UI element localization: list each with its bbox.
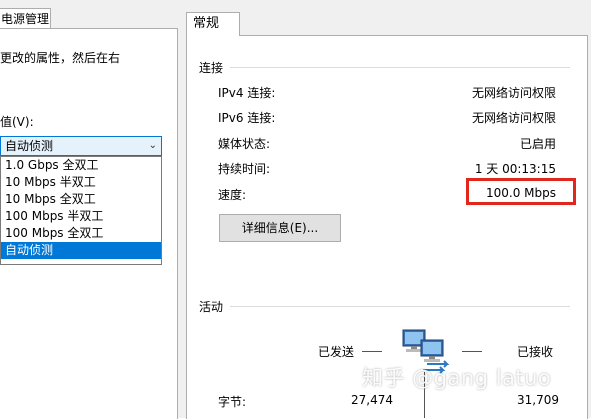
- watermark: 知乎 @gang latuo: [362, 366, 552, 390]
- group-divider: [230, 306, 570, 307]
- bytes-sent-value: 27,474: [351, 393, 393, 407]
- ipv6-value: 无网络访问权限: [471, 111, 556, 125]
- advanced-tab-body: 更改的属性，然后在右 值(V): 自动侦测 ⌄ 1.0 Gbps 全双工 10 …: [0, 28, 178, 419]
- speed-highlight-box: [466, 178, 576, 205]
- dropdown-option[interactable]: 1.0 Gbps 全双工: [1, 157, 161, 174]
- received-label: 已接收: [517, 345, 554, 359]
- speed-label: 速度:: [218, 188, 247, 202]
- speed-duplex-select[interactable]: 自动侦测 ⌄: [0, 136, 162, 156]
- media-state-value: 已启用: [519, 137, 556, 151]
- group-divider: [230, 67, 570, 68]
- activity-group-title: 活动: [199, 300, 224, 314]
- ipv4-label: IPv4 连接:: [218, 86, 276, 100]
- ipv4-value: 无网络访问权限: [471, 86, 556, 100]
- chevron-down-icon[interactable]: ⌄: [149, 137, 157, 155]
- select-current-value: 自动侦测: [5, 139, 54, 153]
- dropdown-option-selected[interactable]: 自动侦测: [1, 242, 161, 259]
- bytes-label: 字节:: [218, 395, 247, 409]
- sent-label: 已发送: [318, 345, 355, 359]
- duration-label: 持续时间:: [218, 162, 271, 176]
- media-state-label: 媒体状态:: [218, 137, 271, 151]
- details-button[interactable]: 详细信息(E)...: [219, 214, 341, 242]
- dropdown-option[interactable]: 10 Mbps 半双工: [1, 174, 161, 191]
- received-line: [462, 351, 482, 352]
- speed-duplex-dropdown-list: 1.0 Gbps 全双工 10 Mbps 半双工 10 Mbps 全双工 100…: [0, 156, 162, 265]
- bytes-received-value: 31,709: [517, 393, 559, 407]
- dropdown-option[interactable]: 10 Mbps 全双工: [1, 191, 161, 208]
- window-gap: [178, 0, 186, 418]
- property-description: 更改的属性，然后在右: [0, 51, 121, 65]
- dropdown-option[interactable]: 100 Mbps 半双工: [1, 208, 161, 225]
- duration-value: 1 天 00:13:15: [474, 162, 556, 176]
- tab-general[interactable]: 常规: [186, 12, 240, 36]
- connection-group-title: 连接: [199, 61, 224, 75]
- sent-line: [362, 351, 382, 352]
- tab-power-management[interactable]: 电源管理: [0, 8, 51, 28]
- ipv6-label: IPv6 连接:: [218, 111, 276, 125]
- value-label: 值(V):: [0, 115, 34, 129]
- dropdown-option[interactable]: 100 Mbps 全双工: [1, 225, 161, 242]
